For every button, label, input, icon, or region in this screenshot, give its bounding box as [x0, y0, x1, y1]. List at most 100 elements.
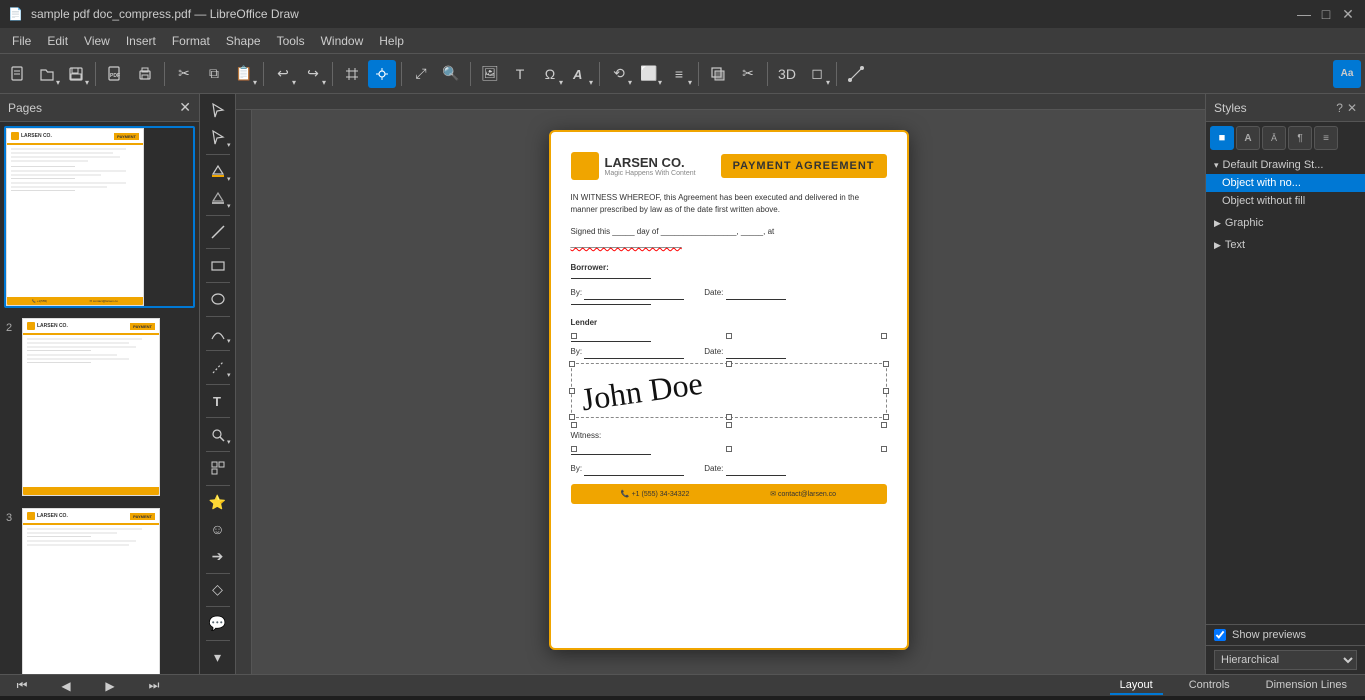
page-num-2: 2: [6, 322, 12, 334]
style-tab-character2[interactable]: Ā: [1262, 126, 1286, 150]
styles-panel-toggle[interactable]: Aa: [1333, 60, 1361, 88]
style-category-default-header[interactable]: ▾ Default Drawing St...: [1206, 156, 1365, 174]
style-item-no-fill-no-line[interactable]: Object with no...: [1206, 174, 1365, 192]
grid-toggle[interactable]: [338, 60, 366, 88]
styles-help-button[interactable]: ?: [1336, 101, 1343, 115]
status-tab-dimension-lines[interactable]: Dimension Lines: [1256, 677, 1357, 695]
pages-panel-close[interactable]: ✕: [179, 99, 191, 116]
insert-textbox-button[interactable]: T: [506, 60, 534, 88]
block-arrow-tool[interactable]: ➔: [204, 544, 232, 569]
tab-order-tool[interactable]: [204, 456, 232, 481]
page-thumb-1[interactable]: 1 LARSEN CO. PAYMENT: [4, 126, 195, 308]
cut-button[interactable]: ✂: [170, 60, 198, 88]
go-next-page[interactable]: ▶: [96, 672, 124, 700]
toolbar-separator-6: [470, 62, 471, 86]
menu-insert[interactable]: Insert: [118, 32, 164, 50]
show-previews-checkbox[interactable]: [1214, 629, 1226, 641]
styles-close-button[interactable]: ✕: [1347, 101, 1357, 115]
pan-zoom-button[interactable]: ⤢: [407, 60, 435, 88]
new-button[interactable]: [4, 60, 32, 88]
menu-help[interactable]: Help: [371, 32, 412, 50]
zoom-button[interactable]: 🔍: [437, 60, 465, 88]
line-tool[interactable]: [204, 219, 232, 244]
align-button[interactable]: ≡▾: [665, 60, 693, 88]
fill-color-tool[interactable]: ▾: [204, 159, 232, 184]
curve-tool[interactable]: ▾: [204, 321, 232, 346]
toolbar-separator-10: [836, 62, 837, 86]
open-button[interactable]: ▾: [33, 60, 61, 88]
select-tool[interactable]: [204, 98, 232, 123]
tool-separator-7: [206, 384, 230, 385]
go-prev-page[interactable]: ◀: [52, 672, 80, 700]
insert-image-button[interactable]: 🖼: [476, 60, 504, 88]
menu-file[interactable]: File: [4, 32, 39, 50]
style-tab-paragraph[interactable]: ¶: [1288, 126, 1312, 150]
status-tab-layout[interactable]: Layout: [1110, 677, 1163, 695]
connector-tool[interactable]: ▾: [204, 355, 232, 380]
canvas-scroll[interactable]: LARSEN CO. Magic Happens With Content PA…: [252, 110, 1205, 674]
styles-dropdown-select[interactable]: Hierarchical All Styles Applied Styles C…: [1214, 650, 1357, 670]
go-last-page[interactable]: ⏭: [140, 672, 168, 700]
insert-fontwork[interactable]: A ▾: [566, 60, 594, 88]
ellipse-tool[interactable]: [204, 287, 232, 312]
minimize-button[interactable]: —: [1295, 5, 1313, 23]
doc-signed-line: Signed this _____ day of _______________…: [571, 226, 887, 250]
menu-edit[interactable]: Edit: [39, 32, 76, 50]
shadow-button[interactable]: [704, 60, 732, 88]
flowchart-tool[interactable]: ◇: [204, 577, 232, 602]
styles-dropdown-section: Hierarchical All Styles Applied Styles C…: [1206, 645, 1365, 674]
text-tool[interactable]: T: [204, 388, 232, 413]
snap-toggle[interactable]: [368, 60, 396, 88]
style-category-text-header[interactable]: ▶ Text: [1206, 236, 1365, 254]
style-category-graphic-label: Graphic: [1225, 217, 1264, 229]
zoom-tool[interactable]: ▾: [204, 422, 232, 447]
menu-view[interactable]: View: [76, 32, 118, 50]
page-thumb-2[interactable]: 2 LARSEN CO. PAYMENT: [20, 316, 195, 498]
menu-shape[interactable]: Shape: [218, 32, 269, 50]
page-preview-3: LARSEN CO. PAYMENT: [22, 508, 160, 674]
handle-bc: [726, 422, 732, 428]
rectangle-tool[interactable]: [204, 253, 232, 278]
callout-tool[interactable]: 💬: [204, 611, 232, 636]
pages-list[interactable]: 1 LARSEN CO. PAYMENT: [0, 122, 199, 674]
close-button[interactable]: ✕: [1339, 5, 1357, 23]
style-tab-graphics[interactable]: ■: [1210, 126, 1234, 150]
style-item-no-fill[interactable]: Object without fill: [1206, 192, 1365, 210]
style-tab-character[interactable]: A: [1236, 126, 1260, 150]
transform-button[interactable]: ⟲▾: [605, 60, 633, 88]
svg-text:A: A: [572, 67, 582, 82]
menu-tools[interactable]: Tools: [269, 32, 313, 50]
doc-borrower-line: [571, 278, 651, 279]
basic-shapes-button[interactable]: ◻▾: [803, 60, 831, 88]
print-button[interactable]: [131, 60, 159, 88]
styles-list[interactable]: ▾ Default Drawing St... Object with no..…: [1206, 154, 1365, 624]
toggle-extrusion[interactable]: 3D: [773, 60, 801, 88]
select-with-context[interactable]: ▾: [204, 125, 232, 150]
more-tools[interactable]: ▾: [204, 645, 232, 670]
copy-button[interactable]: ⧉: [200, 60, 228, 88]
undo-button[interactable]: ↩▾: [269, 60, 297, 88]
menu-window[interactable]: Window: [313, 32, 372, 50]
style-tab-list[interactable]: ≡: [1314, 126, 1338, 150]
toolbar-separator-8: [698, 62, 699, 86]
toolbar: ▾ ▾ PDF ✂ ⧉ 📋▾ ↩▾ ↪▾ ⤢ 🔍 🖼 T Ω▾ A ▾: [0, 54, 1365, 94]
star-tool[interactable]: ⭐: [204, 490, 232, 515]
redo-button[interactable]: ↪▾: [299, 60, 327, 88]
maximize-button[interactable]: □: [1317, 5, 1335, 23]
insert-special-char[interactable]: Ω▾: [536, 60, 564, 88]
go-first-page[interactable]: ⏮: [8, 672, 36, 700]
arrange-button[interactable]: ⬜▾: [635, 60, 663, 88]
line-color-tool[interactable]: ▾: [204, 186, 232, 211]
crop-button[interactable]: ✂: [734, 60, 762, 88]
style-category-graphic-header[interactable]: ▶ Graphic: [1206, 214, 1365, 232]
save-button[interactable]: ▾: [62, 60, 90, 88]
titlebar-controls[interactable]: — □ ✕: [1295, 5, 1357, 23]
doc-title: PAYMENT AGREEMENT: [721, 154, 887, 178]
menu-format[interactable]: Format: [164, 32, 218, 50]
page-thumb-3[interactable]: 3 LARSEN CO. PAYMENT: [20, 506, 195, 674]
paste-button[interactable]: 📋▾: [230, 60, 258, 88]
status-tab-controls[interactable]: Controls: [1179, 677, 1240, 695]
connector-button[interactable]: [842, 60, 870, 88]
symbol-tool[interactable]: ☺: [204, 517, 232, 542]
export-pdf-button[interactable]: PDF: [101, 60, 129, 88]
